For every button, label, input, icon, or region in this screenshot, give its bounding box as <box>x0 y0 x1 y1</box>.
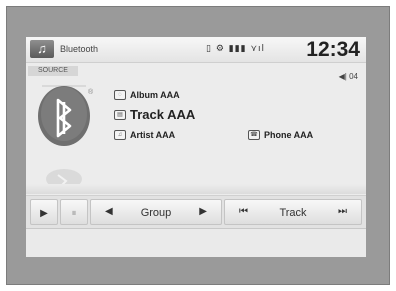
app-title: Bluetooth <box>60 44 99 54</box>
group-label: Group <box>140 207 172 219</box>
phone-icon: ☎ <box>248 130 260 140</box>
track-control: ⏮ Track ⏭ <box>224 199 362 225</box>
source-button[interactable]: SOURCE <box>28 66 78 76</box>
divider <box>26 184 366 194</box>
group-control: ◀ Group ▶ <box>90 199 222 225</box>
status-bar: ♫ Bluetooth ▯ ⚙ ▮▮▮ ⋎ıl 12:34 <box>26 37 366 63</box>
group-next-icon[interactable]: ▶ <box>199 200 207 224</box>
clock: 12:34 <box>306 38 360 61</box>
track-next-icon[interactable]: ⏭ <box>338 200 347 224</box>
play-button[interactable]: ▶ <box>30 199 58 225</box>
pause-button[interactable]: ⏸ <box>60 199 88 225</box>
track-label: Track AAA <box>130 107 196 122</box>
bluetooth-reflection <box>46 169 82 185</box>
control-bar: ▶ ⏸ ◀ Group ▶ ⏮ Track ⏭ <box>26 195 366 229</box>
group-prev-icon[interactable]: ◀ <box>105 200 113 224</box>
album-label: Album AAA <box>130 90 180 100</box>
music-app-icon[interactable]: ♫ <box>30 40 54 58</box>
artist-label: Artist AAA <box>130 130 176 140</box>
album-icon: ◌ <box>114 90 126 100</box>
bottom-area <box>26 229 366 257</box>
track-counter: ◀| 04 <box>338 72 358 81</box>
artist-icon: ♫ <box>114 130 126 140</box>
pause-icon: ⏸ <box>71 208 77 219</box>
play-icon: ▶ <box>40 208 48 219</box>
track-prev-icon[interactable]: ⏮ <box>239 200 248 224</box>
svg-text:®: ® <box>88 88 94 96</box>
infotainment-screen: ♫ Bluetooth ▯ ⚙ ▮▮▮ ⋎ıl 12:34 SOURCE ◀| … <box>26 37 366 257</box>
phone-label: Phone AAA <box>264 130 314 140</box>
status-indicators: ▯ ⚙ ▮▮▮ ⋎ıl <box>206 44 266 54</box>
track-control-label: Track <box>279 207 307 219</box>
track-icon: ▤ <box>114 110 126 120</box>
